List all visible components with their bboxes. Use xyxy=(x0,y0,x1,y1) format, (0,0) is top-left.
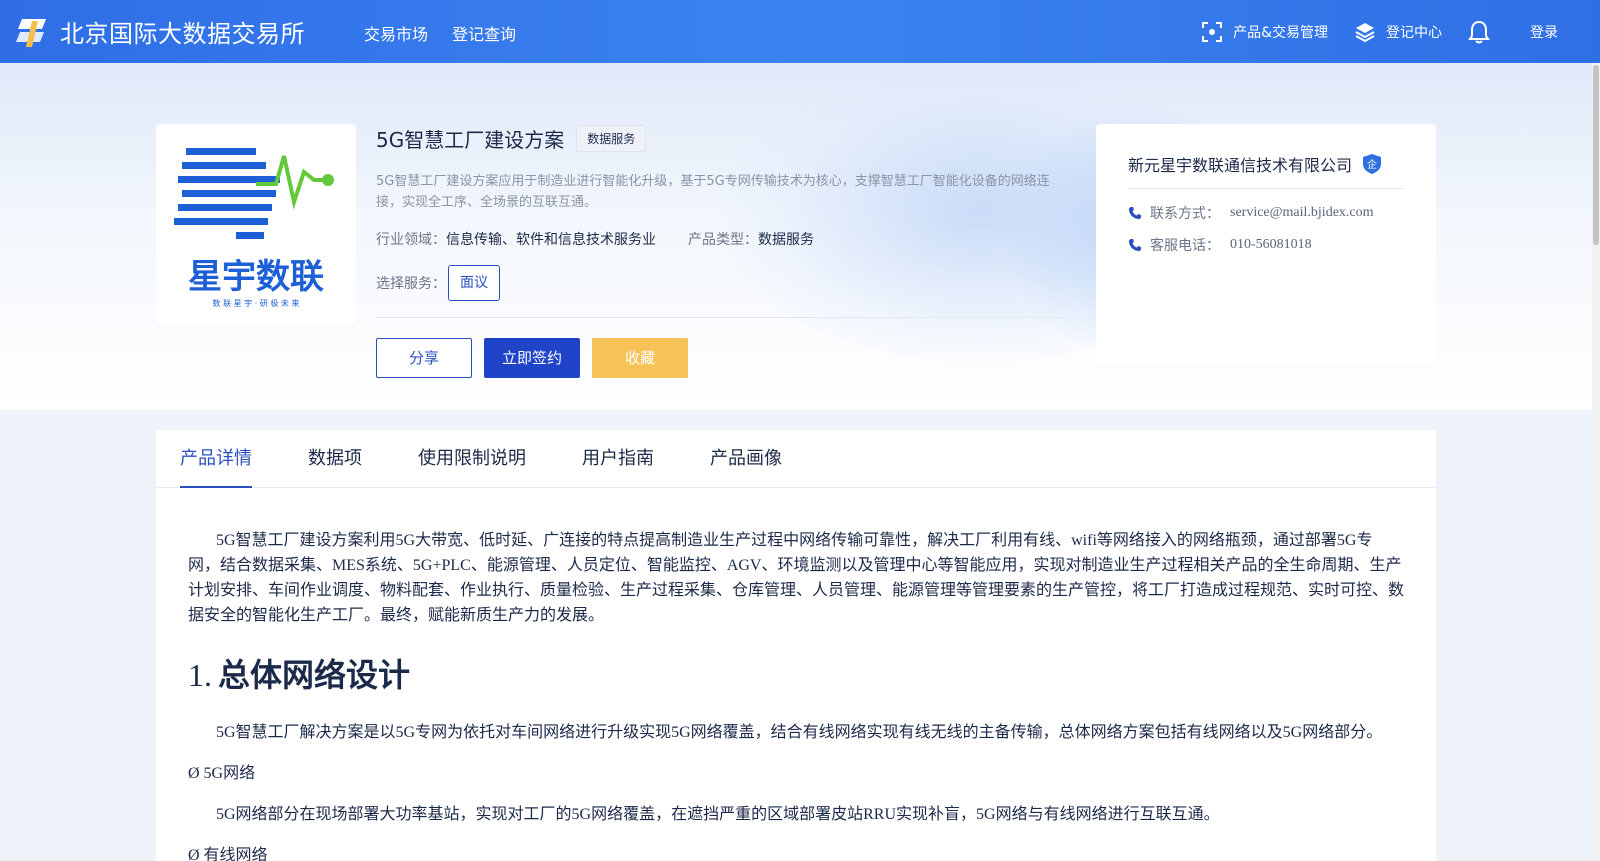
product-logo-card: 星宇数联 数 联 星 宇 · 研 极 未 来 xyxy=(156,124,356,324)
product-title: 5G智慧工厂建设方案 xyxy=(376,128,565,152)
industry-value: 信息传输、软件和信息技术服务业 xyxy=(446,232,656,248)
registry-center-label: 登记中心 xyxy=(1386,25,1442,41)
notifications-button[interactable] xyxy=(1468,20,1500,44)
login-link[interactable]: 登录 xyxy=(1530,22,1558,42)
bjidex-logo-icon xyxy=(16,18,46,47)
bell-icon xyxy=(1468,20,1490,44)
contact-phone-row: 客服电话： 010-56081018 xyxy=(1128,235,1404,255)
brand[interactable]: 北京国际大数据交易所 xyxy=(16,14,305,49)
layers-icon xyxy=(1355,23,1375,43)
header-actions: 产品&交易管理 登记中心 登录 xyxy=(1175,20,1558,44)
registry-center-link[interactable]: 登记中心 xyxy=(1354,21,1442,43)
product-trade-management-label: 产品&交易管理 xyxy=(1233,25,1328,41)
top-navigation-bar: 北京国际大数据交易所 交易市场 登记查询 产品&交易管理 登记中心 登录 xyxy=(0,0,1600,63)
type-value: 数据服务 xyxy=(758,232,814,248)
enterprise-badge-text: 企 xyxy=(1367,158,1377,171)
bullet-5g-network: Ø 5G网络 xyxy=(188,765,256,782)
detail-tabs: 产品详情 数据项 使用限制说明 用户指南 产品画像 xyxy=(156,430,1436,488)
product-trade-management-link[interactable]: 产品&交易管理 xyxy=(1201,21,1328,43)
nav-trading-market[interactable]: 交易市场 xyxy=(364,21,428,45)
tab-usage-restrictions[interactable]: 使用限制说明 xyxy=(418,430,526,488)
bullet-wired-network: Ø 有线网络 xyxy=(188,847,268,861)
network-overview-paragraph: 5G智慧工厂解决方案是以5G专网为依托对车间网络进行升级实现5G网络覆盖，结合有… xyxy=(216,724,1383,741)
login-label: 登录 xyxy=(1530,25,1558,41)
product-info: 5G智慧工厂建设方案 数据服务 5G智慧工厂建设方案应用于制造业进行智能化升级，… xyxy=(376,124,1064,378)
main-nav: 交易市场 登记查询 xyxy=(364,21,516,45)
enterprise-verified-icon: 企 xyxy=(1363,154,1382,174)
product-meta: 行业领域： 信息传输、软件和信息技术服务业 产品类型： 数据服务 xyxy=(376,229,1064,249)
section-title: 总体网络设计 xyxy=(218,656,411,694)
scrollbar-thumb[interactable] xyxy=(1593,65,1599,245)
service-label: 选择服务： xyxy=(376,276,446,292)
scan-frame-icon xyxy=(1202,22,1223,42)
favorite-button[interactable]: 收藏 xyxy=(592,338,688,378)
tab-product-details[interactable]: 产品详情 xyxy=(180,430,252,488)
product-description: 5G智慧工厂建设方案应用于制造业进行智能化升级，基于5G专网传输技术为核心，支撑… xyxy=(376,174,1050,210)
tab-product-portrait[interactable]: 产品画像 xyxy=(710,430,782,488)
product-detail-panel: 产品详情 数据项 使用限制说明 用户指南 产品画像 5G智慧工厂建设方案利用5G… xyxy=(156,430,1436,861)
phone-icon xyxy=(1129,239,1141,251)
phone-icon xyxy=(1129,207,1141,219)
section-number: 1. xyxy=(188,657,212,693)
logo-slogan: 数 联 星 宇 · 研 极 未 来 xyxy=(213,298,300,308)
action-buttons: 分享 立即签约 收藏 xyxy=(376,338,1064,378)
tab-data-items[interactable]: 数据项 xyxy=(308,430,362,488)
divider xyxy=(376,317,1064,318)
logo-company-text: 星宇数联 xyxy=(188,257,324,297)
intro-paragraph: 5G智慧工厂建设方案利用5G大带宽、低时延、广连接的特点提高制造业生产过程中网络… xyxy=(188,532,1405,624)
service-option-negotiable[interactable]: 面议 xyxy=(448,265,500,301)
sign-now-button[interactable]: 立即签约 xyxy=(484,338,580,378)
type-label: 产品类型： xyxy=(688,232,758,248)
xingyu-shulian-logo-icon: 星宇数联 数 联 星 宇 · 研 极 未 来 xyxy=(174,148,334,308)
detail-content: 5G智慧工厂建设方案利用5G大带宽、低时延、广连接的特点提高制造业生产过程中网络… xyxy=(156,488,1436,861)
tab-user-guide[interactable]: 用户指南 xyxy=(582,430,654,488)
service-selector: 选择服务： 面议 xyxy=(376,265,1064,301)
company-card: 新元星宇数联通信技术有限公司 企 联系方式： service@mail.bjid… xyxy=(1096,124,1436,364)
nav-registry-query[interactable]: 登记查询 xyxy=(452,21,516,45)
product-tag: 数据服务 xyxy=(576,125,647,152)
company-name[interactable]: 新元星宇数联通信技术有限公司 xyxy=(1128,152,1352,176)
phone-number: 010-56081018 xyxy=(1230,237,1312,252)
page-scrollbar[interactable] xyxy=(1592,63,1600,861)
contact-email[interactable]: service@mail.bjidex.com xyxy=(1230,205,1374,221)
contact-label: 联系方式： xyxy=(1150,206,1220,222)
share-button[interactable]: 分享 xyxy=(376,338,472,378)
contact-email-row: 联系方式： service@mail.bjidex.com xyxy=(1128,203,1404,223)
brand-name: 北京国际大数据交易所 xyxy=(60,20,305,48)
5g-network-paragraph: 5G网络部分在现场部署大功率基站，实现对工厂的5G网络覆盖，在遮挡严重的区域部署… xyxy=(216,806,1220,823)
section-heading: 1. 总体网络设计 xyxy=(188,650,1404,696)
phone-label: 客服电话： xyxy=(1150,238,1220,254)
industry-label: 行业领域： xyxy=(376,232,446,248)
